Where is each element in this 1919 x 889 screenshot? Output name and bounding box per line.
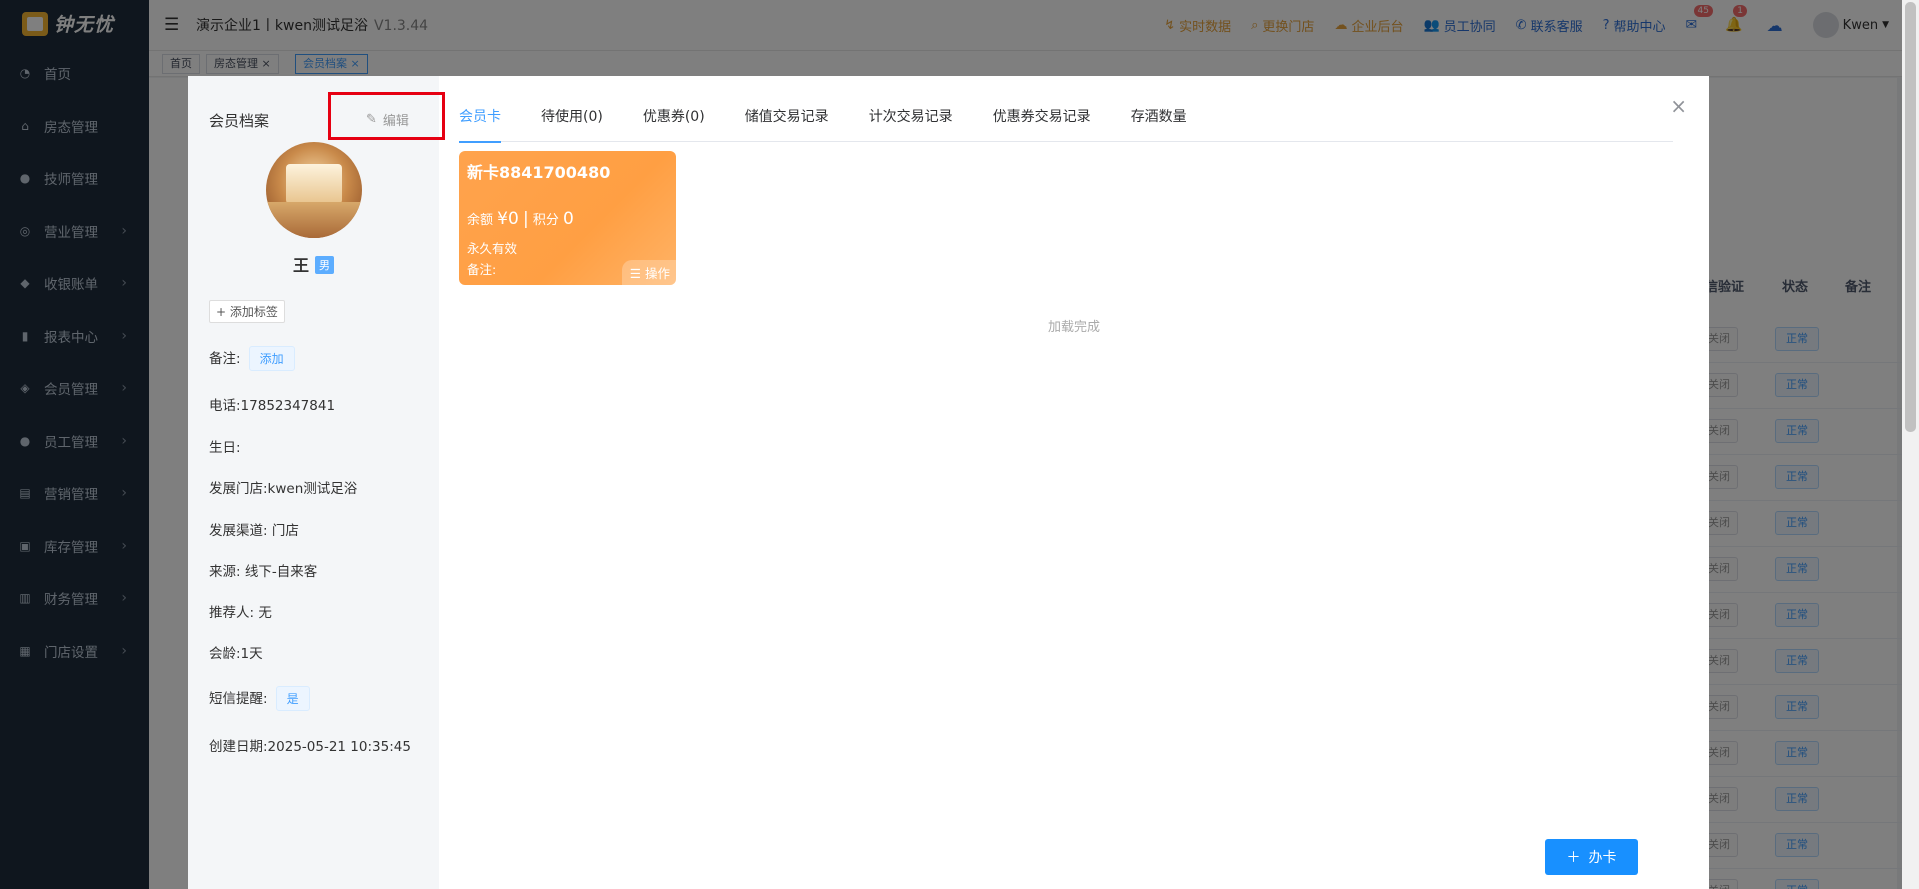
card-operate-button[interactable]: ☰ 操作 (621, 260, 676, 285)
tab-pending-use[interactable]: 待使用(0) (521, 106, 623, 142)
card-balance: 余额 ¥0 | 积分 0 (467, 209, 574, 229)
member-name: 王男 (188, 252, 439, 276)
member-avatar (266, 142, 362, 238)
page-scrollbar[interactable] (1902, 0, 1919, 889)
plus-icon: ＋ (1566, 850, 1581, 866)
detail-tabs: 会员卡 待使用(0) 优惠券(0) 储值交易记录 计次交易记录 优惠券交易记录 … (459, 106, 1673, 143)
open-card-button[interactable]: ＋ 办卡 (1545, 839, 1638, 875)
add-tag-button[interactable]: + 添加标签 (209, 300, 285, 323)
source-field: 来源: 线下-自来客 (209, 564, 318, 580)
profile-title: 会员档案 (209, 112, 270, 130)
sms-reminder-row: 短信提醒: 是 (209, 686, 310, 711)
balance-value: ¥0 (497, 209, 519, 229)
points-value: 0 (562, 209, 574, 229)
remark-row: 备注: 添加 (209, 346, 295, 371)
referrer-field: 推荐人: 无 (209, 605, 272, 621)
member-profile-modal: 会员档案 ✎ 编辑 王男 + 添加标签 备注: 添加 电话:17852347841… (188, 76, 1709, 889)
list-icon: ☰ (629, 266, 641, 281)
dev-store-field: 发展门店:kwen测试足浴 (209, 481, 358, 497)
tab-stored-wine[interactable]: 存酒数量 (1111, 106, 1207, 142)
profile-panel: 会员档案 ✎ 编辑 王男 + 添加标签 备注: 添加 电话:17852347841… (188, 76, 445, 889)
member-age-field: 会龄:1天 (209, 646, 263, 662)
scrollbar-thumb[interactable] (1905, 2, 1916, 432)
tab-member-card[interactable]: 会员卡 (459, 106, 521, 143)
card-title: 新卡8841700480 (467, 163, 611, 182)
card-note: 备注: (467, 262, 497, 277)
modal-close-icon[interactable]: × (1670, 94, 1687, 118)
birthday-field: 生日: (209, 440, 241, 456)
tab-count-records[interactable]: 计次交易记录 (849, 106, 973, 142)
card-validity: 永久有效 (467, 241, 518, 256)
loaded-text: 加载完成 (1047, 320, 1100, 335)
avatar-ribbon (266, 142, 290, 173)
tab-coupons[interactable]: 优惠券(0) (623, 106, 725, 142)
balance-separator: | (522, 209, 529, 229)
gender-badge: 男 (315, 256, 334, 274)
dev-channel-field: 发展渠道: 门店 (209, 523, 299, 539)
tab-stored-value-records[interactable]: 储值交易记录 (725, 106, 849, 142)
sms-reminder-badge: 是 (275, 686, 310, 711)
tab-coupon-records[interactable]: 优惠券交易记录 (973, 106, 1111, 142)
phone-field: 电话:17852347841 (209, 398, 336, 414)
created-date-field: 创建日期:2025-05-21 10:35:45 (209, 739, 411, 755)
detail-panel: 会员卡 待使用(0) 优惠券(0) 储值交易记录 计次交易记录 优惠券交易记录 … (439, 76, 1709, 889)
member-card[interactable]: 新卡8841700480 余额 ¥0 | 积分 0 永久有效 备注: ☰ 操作 (459, 151, 676, 285)
highlight-box (328, 92, 445, 140)
remark-add-button[interactable]: 添加 (248, 346, 295, 371)
